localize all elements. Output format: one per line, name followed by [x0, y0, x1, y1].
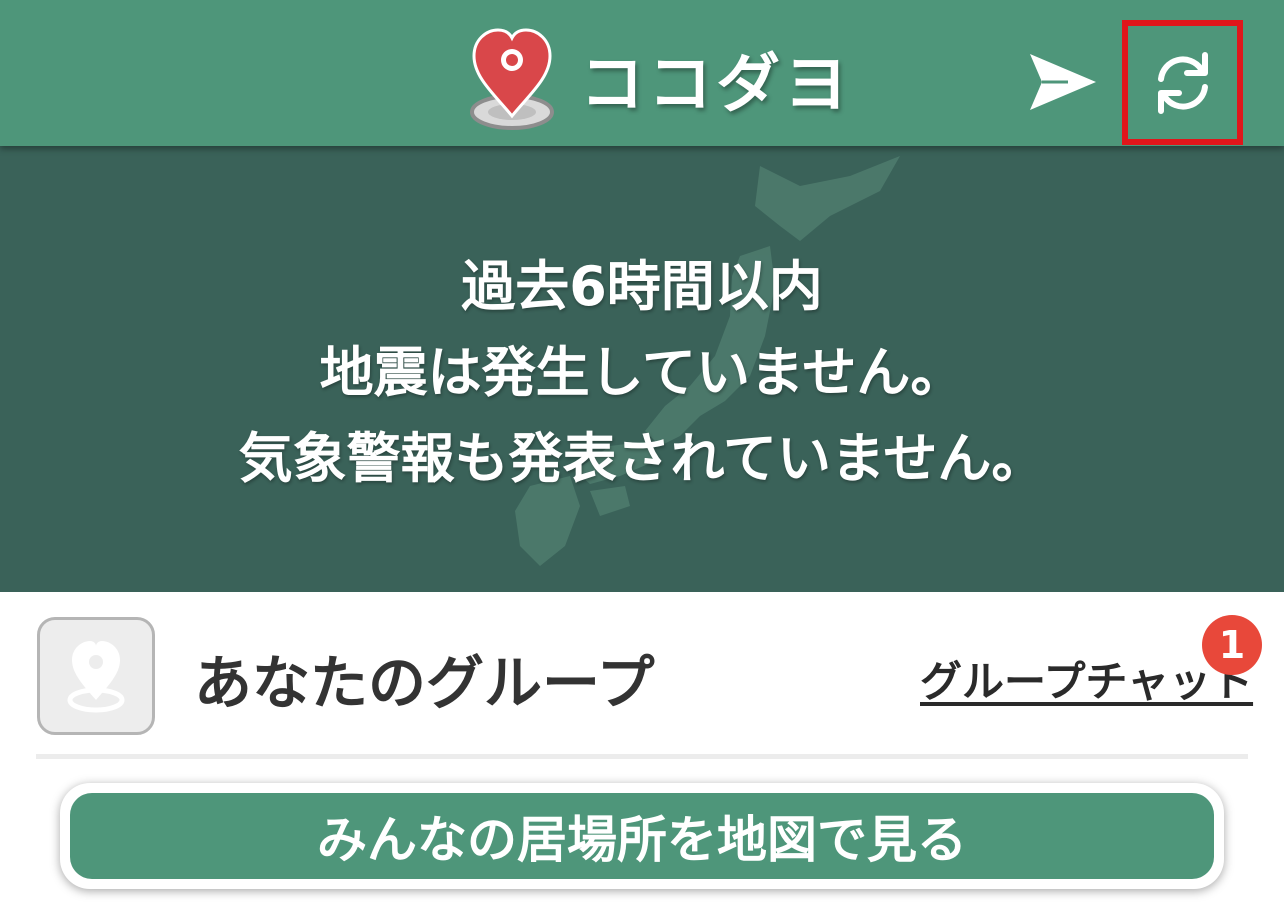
- status-message: 過去6時間以内 地震は発生していません。 気象警報も発表されていません。: [0, 244, 1284, 502]
- disaster-status-banner: 過去6時間以内 地震は発生していません。 気象警報も発表されていません。: [0, 146, 1284, 592]
- group-avatar[interactable]: [37, 617, 155, 735]
- group-title: あなたのグループ: [194, 649, 655, 717]
- send-button[interactable]: [1026, 46, 1098, 118]
- view-map-button[interactable]: みんなの居場所を地図で見る: [70, 793, 1214, 879]
- send-icon: [1030, 54, 1096, 110]
- app-header: ココダヨ: [0, 0, 1284, 146]
- status-line: 過去6時間以内: [461, 255, 823, 318]
- refresh-button[interactable]: [1122, 20, 1243, 145]
- divider: [36, 754, 1248, 759]
- group-chat-link[interactable]: グループチャット: [920, 648, 1253, 709]
- app-logo: ココダヨ: [466, 24, 852, 134]
- location-pin-icon: [67, 641, 125, 713]
- status-line: 気象警報も発表されていません。: [238, 427, 1046, 490]
- map-button-frame: みんなの居場所を地図で見る: [60, 783, 1224, 889]
- status-line: 地震は発生していません。: [319, 341, 965, 404]
- unread-badge: 1: [1202, 615, 1262, 675]
- map-pin-heart-icon: [470, 28, 554, 130]
- app-title: ココダヨ: [580, 48, 852, 122]
- refresh-icon: [1157, 51, 1208, 114]
